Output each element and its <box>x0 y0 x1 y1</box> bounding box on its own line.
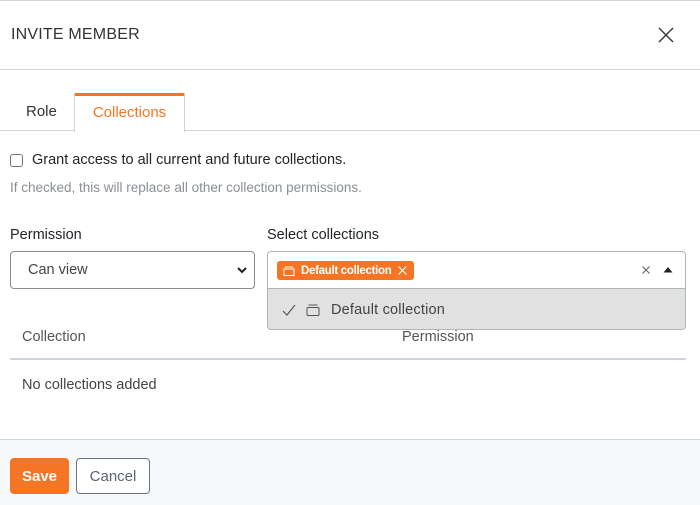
collection-icon <box>306 304 320 316</box>
permission-select[interactable]: Can view <box>10 251 255 289</box>
select-collections-label: Select collections <box>267 227 380 243</box>
grant-access-label[interactable]: Grant access to all current and future c… <box>32 152 346 168</box>
tab-role[interactable]: Role <box>26 93 57 131</box>
selected-collection-tag-label: Default collection <box>301 264 392 277</box>
close-icon[interactable] <box>656 25 676 45</box>
tab-bar: Role Collections <box>0 93 700 132</box>
permission-label: Permission <box>10 227 82 243</box>
collections-multiselect[interactable]: Default collection Default collection <box>267 251 686 330</box>
empty-table-message: No collections added <box>22 377 157 393</box>
dialog-body: Role Collections Grant access to all cur… <box>0 70 700 439</box>
selected-collection-tag: Default collection <box>277 261 415 280</box>
invite-member-dialog: INVITE MEMBER Role Collections Grant acc… <box>0 0 700 505</box>
grant-access-hint: If checked, this will replace all other … <box>10 180 362 195</box>
dialog-title: INVITE MEMBER <box>11 26 140 43</box>
checkmark-icon <box>282 304 296 316</box>
save-button[interactable]: Save <box>10 458 69 494</box>
collection-option[interactable]: Default collection <box>268 289 685 329</box>
remove-tag-icon[interactable] <box>397 265 408 276</box>
collection-icon <box>283 266 295 276</box>
chevron-down-icon <box>237 267 247 274</box>
column-header-permission: Permission <box>402 329 474 345</box>
dialog-footer: Save Cancel <box>0 439 700 505</box>
grant-access-row: Grant access to all current and future c… <box>10 152 346 168</box>
clear-all-icon[interactable] <box>641 265 651 275</box>
cancel-button[interactable]: Cancel <box>76 458 150 494</box>
permission-value: Can view <box>28 262 88 278</box>
dialog-header: INVITE MEMBER <box>0 1 700 70</box>
column-header-collection: Collection <box>22 329 86 345</box>
multiselect-input[interactable]: Default collection <box>268 252 685 289</box>
tab-collections[interactable]: Collections <box>74 93 185 132</box>
caret-up-icon[interactable] <box>663 266 673 273</box>
collection-option-label: Default collection <box>331 301 446 318</box>
grant-access-checkbox[interactable] <box>10 153 23 167</box>
